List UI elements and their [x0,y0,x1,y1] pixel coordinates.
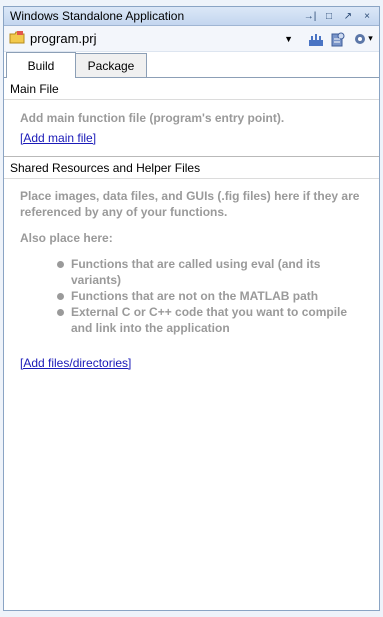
main-file-hint: Add main function file (program's entry … [20,111,285,125]
also-place-here-label: Also place here: [20,231,113,245]
build-icon[interactable] [307,30,325,48]
chevron-down-icon[interactable]: ▼ [284,34,293,44]
maximize-icon[interactable]: □ [321,9,337,23]
tab-package[interactable]: Package [75,53,147,77]
settings-dropdown-arrow: ▾ [368,33,373,43]
bullet-icon [57,309,64,316]
close-icon[interactable]: × [359,9,375,23]
bullet-icon [57,261,64,268]
list-item: Functions that are called using eval (an… [57,256,369,288]
deployment-tool-panel: Windows Standalone Application →| □ ↗ × … [3,6,380,611]
project-name: program.prj [30,31,97,46]
shared-resources-section: Shared Resources and Helper Files Place … [4,157,379,380]
main-file-header: Main File [4,78,379,100]
project-select[interactable]: program.prj ▼ [9,29,297,49]
list-item: External C or C++ code that you want to … [57,304,369,336]
bullet-icon [57,293,64,300]
tab-build[interactable]: Build [6,52,76,78]
shared-resources-header: Shared Resources and Helper Files [4,157,379,179]
shared-resources-hint: Place images, data files, and GUIs (.fig… [20,189,360,219]
add-files-directories-link[interactable]: [Add files/directories] [20,356,131,370]
package-icon[interactable] [329,30,347,48]
main-file-section: Main File Add main function file (progra… [4,78,379,156]
pin-icon[interactable]: ↗ [340,9,356,23]
settings-icon[interactable]: ▾ [351,30,375,48]
bullet-list: Functions that are called using eval (an… [20,256,369,336]
project-folder-icon [9,30,26,48]
undock-icon[interactable]: →| [302,9,318,23]
toolbar: program.prj ▼ ▾ [4,26,379,52]
titlebar: Windows Standalone Application →| □ ↗ × [4,7,379,26]
window-title: Windows Standalone Application [10,9,185,23]
list-item: Functions that are not on the MATLAB pat… [57,288,369,304]
add-main-file-link[interactable]: [Add main file] [20,131,96,145]
tab-strip: Build Package [4,52,379,78]
